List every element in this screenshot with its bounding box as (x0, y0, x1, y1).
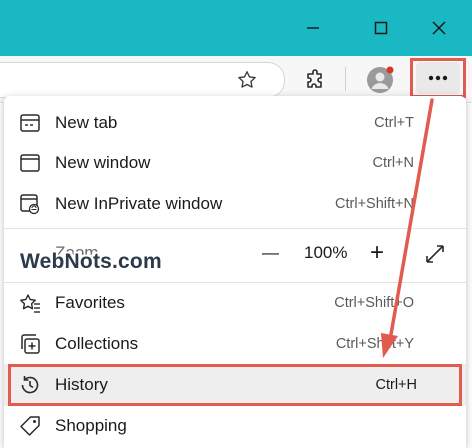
pointer-arrow (381, 98, 434, 358)
watermark-logo: WebNots.com (20, 250, 162, 273)
